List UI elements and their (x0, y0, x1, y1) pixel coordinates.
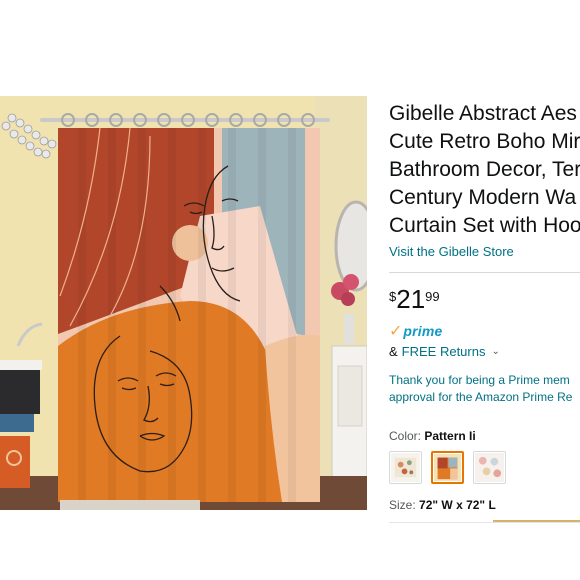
swatch-thumbnail (391, 453, 420, 482)
product-info: Gibelle Abstract Aes Cute Retro Boho Mir… (389, 100, 580, 512)
prime-member-message[interactable]: Thank you for being a Prime mem approval… (389, 372, 580, 406)
divider (389, 522, 580, 523)
product-title-line: Gibelle Abstract Aes (389, 102, 577, 125)
price: $ 21 99 (389, 285, 580, 313)
size-value: 72" W x 72" L (419, 498, 496, 512)
chevron-down-icon[interactable]: ⌄ (491, 346, 499, 357)
product-title-line: Curtain Set with Hoo (389, 214, 580, 237)
free-returns[interactable]: & FREE Returns ⌄ (389, 344, 580, 359)
product-image[interactable] (0, 96, 367, 510)
shower-curtain-illustration (0, 96, 367, 510)
product-title-line: Century Modern Wa (389, 186, 577, 209)
size-selector-label: Size: 72" W x 72" L (389, 498, 580, 512)
color-label: Color: (389, 429, 422, 443)
check-icon: ✓ (389, 323, 403, 340)
prime-message-line: Thank you for being a Prime mem (389, 373, 570, 387)
color-swatch[interactable] (473, 451, 506, 484)
free-returns-link[interactable]: FREE Returns (402, 344, 486, 359)
product-title[interactable]: Gibelle Abstract Aes Cute Retro Boho Mir… (389, 100, 580, 240)
swatch-thumbnail (475, 453, 504, 482)
color-swatches (389, 451, 580, 484)
product-title-line: Bathroom Decor, Ter (389, 158, 580, 181)
visit-store-link[interactable]: Visit the Gibelle Store (389, 244, 580, 259)
divider (389, 272, 580, 273)
price-fraction: 99 (425, 289, 440, 304)
product-title-line: Cute Retro Boho Mir (389, 130, 580, 153)
price-whole: 21 (396, 284, 426, 314)
color-swatch[interactable] (389, 451, 422, 484)
product-page: Gibelle Abstract Aes Cute Retro Boho Mir… (0, 0, 580, 580)
color-value: Pattern Ii (424, 429, 476, 443)
returns-ampersand: & (389, 344, 398, 359)
prime-badge: ✓ prime (389, 321, 580, 341)
swatch-thumbnail (434, 454, 461, 481)
price-symbol: $ (389, 289, 397, 304)
color-swatch-selected[interactable] (431, 451, 464, 484)
prime-logo: prime (403, 323, 443, 339)
size-label: Size: (389, 498, 416, 512)
size-dropdown-edge[interactable] (493, 520, 580, 522)
prime-message-line: approval for the Amazon Prime Re (389, 390, 573, 404)
color-selector-label: Color: Pattern Ii (389, 429, 580, 443)
